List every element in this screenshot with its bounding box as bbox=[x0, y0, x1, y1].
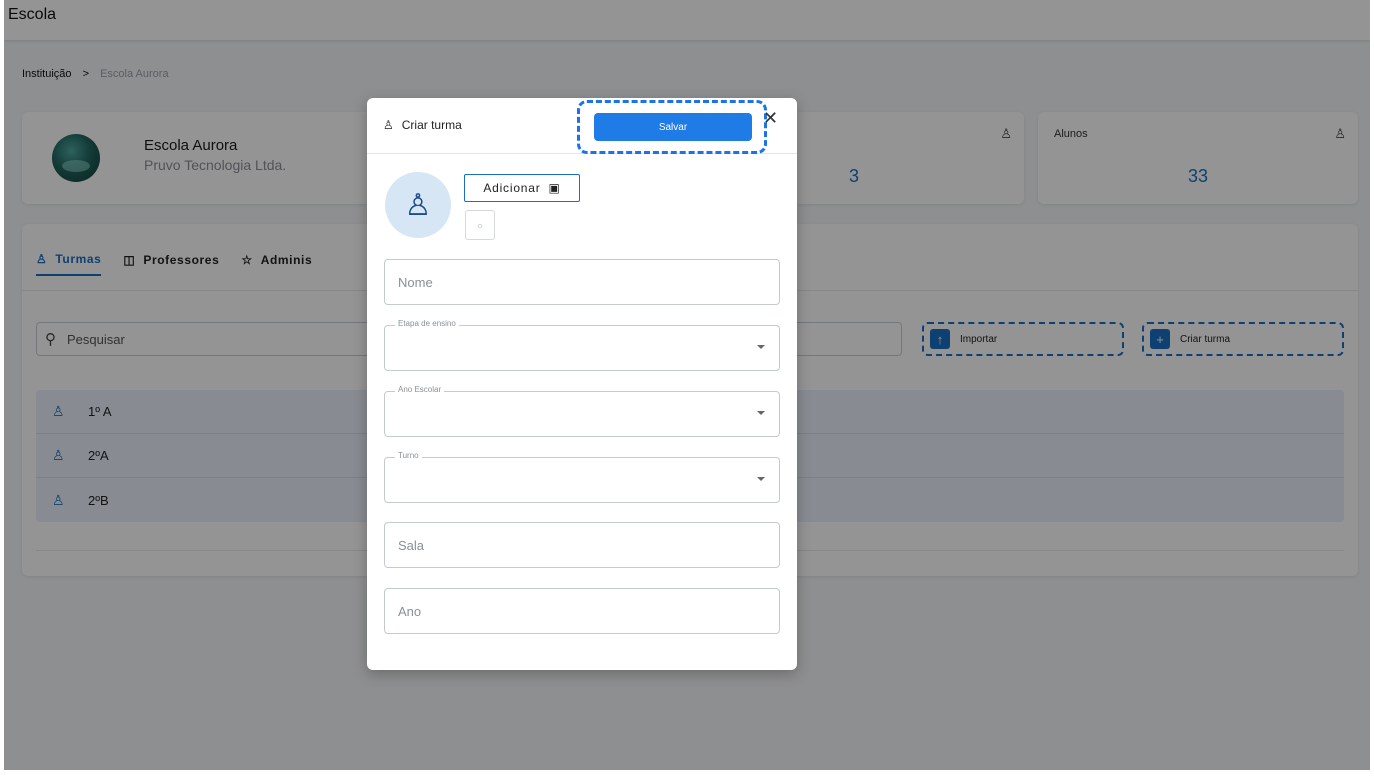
app-frame: Escola Instituição > Escola Aurora Escol… bbox=[4, 0, 1370, 770]
ano-escolar-label: Ano Escolar bbox=[395, 385, 445, 394]
etapa-label: Etapa de ensino bbox=[395, 319, 459, 328]
create-class-modal: ♙ Criar turma Salvar ✕ ♙ Adicionar ▣ ▫ N… bbox=[367, 98, 797, 670]
turno-label: Turno bbox=[395, 451, 422, 460]
delete-image-button[interactable]: ▫ bbox=[465, 210, 495, 240]
group-icon: ♙ bbox=[383, 118, 394, 132]
turno-select[interactable]: Turno bbox=[384, 451, 780, 503]
add-image-button[interactable]: Adicionar ▣ bbox=[464, 174, 580, 202]
nome-placeholder: Nome bbox=[398, 275, 433, 290]
chevron-down-icon bbox=[757, 345, 765, 349]
trash-icon: ▫ bbox=[477, 217, 483, 233]
ano-escolar-select[interactable]: Ano Escolar bbox=[384, 385, 780, 437]
image-icon: ▣ bbox=[548, 181, 561, 195]
sala-placeholder: Sala bbox=[398, 538, 425, 553]
save-button[interactable]: Salvar bbox=[594, 113, 752, 141]
modal-title-text: Criar turma bbox=[401, 118, 462, 132]
nome-field[interactable]: Nome bbox=[384, 259, 780, 305]
sala-field[interactable]: Sala bbox=[384, 522, 780, 568]
add-image-label: Adicionar bbox=[483, 181, 541, 195]
ano-field[interactable]: Ano bbox=[384, 588, 780, 634]
chevron-down-icon bbox=[757, 411, 765, 415]
save-button-highlight: Salvar bbox=[577, 100, 767, 154]
modal-header: ♙ Criar turma Salvar ✕ bbox=[367, 98, 797, 154]
close-icon[interactable]: ✕ bbox=[763, 108, 778, 129]
ano-placeholder: Ano bbox=[398, 604, 422, 619]
class-avatar: ♙ bbox=[385, 172, 451, 238]
modal-title: ♙ Criar turma bbox=[383, 118, 462, 132]
chevron-down-icon bbox=[757, 477, 765, 481]
etapa-select[interactable]: Etapa de ensino bbox=[384, 319, 780, 371]
group-icon: ♙ bbox=[404, 188, 432, 222]
